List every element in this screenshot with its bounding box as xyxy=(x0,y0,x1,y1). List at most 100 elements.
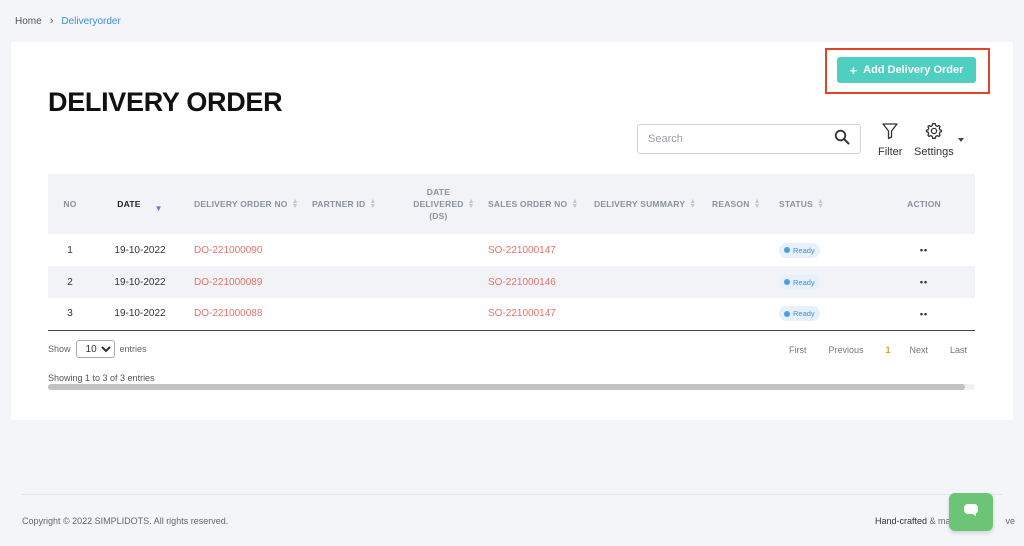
sort-desc-icon: ▼ xyxy=(154,204,163,213)
column-header-partner-id-label: PARTNER ID xyxy=(312,198,366,209)
column-header-delivery-summary-label: DELIVERY SUMMARY xyxy=(594,198,686,209)
status-badge: Ready xyxy=(779,274,820,290)
cell-sales-order-link[interactable]: SO-221000146 xyxy=(482,266,588,298)
breadcrumb-current[interactable]: Deliveryorder xyxy=(61,16,120,27)
cell-date: 19-10-2022 xyxy=(114,276,166,288)
column-header-date[interactable]: DATE ▼ xyxy=(92,174,188,234)
date-delivered-line-3: (DS) xyxy=(429,211,448,221)
chevron-down-icon[interactable] xyxy=(958,138,964,142)
cell-partner-id xyxy=(306,234,406,266)
handcrafted-tail: ve xyxy=(1005,516,1016,526)
pagination-next[interactable]: Next xyxy=(910,345,929,355)
cell-delivery-summary xyxy=(588,234,706,266)
cell-status: Ready xyxy=(773,298,873,330)
cell-delivery-summary xyxy=(588,298,706,330)
table-row[interactable]: 1 19-10-2022 DO-221000090 SO-221000147 R… xyxy=(48,234,975,266)
status-dot-icon xyxy=(784,247,790,253)
cell-delivery-summary xyxy=(588,266,706,298)
action-menu-button[interactable]: •• xyxy=(873,266,975,298)
search-icon[interactable] xyxy=(834,129,850,150)
gear-icon xyxy=(925,122,943,146)
column-header-delivery-order-no[interactable]: DELIVERY ORDER NO ▲ ▼ xyxy=(188,174,306,234)
page-size-control: Show 10 entries xyxy=(48,340,147,358)
column-header-status[interactable]: STATUS ▲ ▼ xyxy=(773,174,873,234)
cell-delivery-order-link[interactable]: DO-221000089 xyxy=(188,266,306,298)
add-delivery-order-button[interactable]: + Add Delivery Order xyxy=(837,57,976,83)
status-badge-label: Ready xyxy=(793,277,815,287)
main-card: + Add Delivery Order DELIVERY ORDER Filt… xyxy=(11,42,1013,420)
filter-button[interactable]: Filter xyxy=(878,122,902,158)
status-badge: Ready xyxy=(779,242,820,258)
status-badge-label: Ready xyxy=(793,309,815,319)
column-header-date-delivered[interactable]: DATE DELIVERED (DS) ▲ ▼ xyxy=(406,174,482,234)
cell-status: Ready xyxy=(773,234,873,266)
cell-delivery-order-link[interactable]: DO-221000090 xyxy=(188,234,306,266)
cell-reason xyxy=(706,298,773,330)
column-header-no[interactable]: NO xyxy=(48,174,92,234)
entries-label: entries xyxy=(119,344,147,354)
column-header-status-label: STATUS xyxy=(779,198,813,209)
copyright-text: Copyright © 2022 SIMPLIDOTS. All rights … xyxy=(22,516,229,526)
cell-date-delivered xyxy=(406,266,482,298)
cell-no: 3 xyxy=(67,308,73,320)
table-header-row: NO DATE ▼ DELIVERY ORDER NO ▲ ▼ PARTNER ID ▲… xyxy=(48,174,975,234)
cell-date-delivered xyxy=(406,234,482,266)
status-dot-icon xyxy=(784,279,790,285)
add-delivery-order-label: Add Delivery Order xyxy=(863,64,964,76)
column-header-partner-id[interactable]: PARTNER ID ▲ ▼ xyxy=(306,174,406,234)
column-header-sales-order-no[interactable]: SALES ORDER NO ▲ ▼ xyxy=(482,174,588,234)
column-header-action: ACTION xyxy=(907,199,941,209)
table-row[interactable]: 2 19-10-2022 DO-221000089 SO-221000146 R… xyxy=(48,266,975,298)
action-menu-button[interactable]: •• xyxy=(873,234,975,266)
cell-sales-order-link[interactable]: SO-221000147 xyxy=(482,298,588,330)
cell-no: 1 xyxy=(67,244,73,256)
pagination-first[interactable]: First xyxy=(789,345,807,355)
pagination: First Previous 1 Next Last xyxy=(789,345,967,355)
sort-icon: ▲ ▼ xyxy=(816,198,825,211)
chat-widget-button[interactable] xyxy=(949,493,993,531)
footer-divider xyxy=(22,494,1002,495)
column-header-date-label: DATE xyxy=(117,199,141,209)
cell-sales-order-link[interactable]: SO-221000147 xyxy=(482,234,588,266)
cell-delivery-order-link[interactable]: DO-221000088 xyxy=(188,298,306,330)
status-dot-icon xyxy=(784,310,790,317)
cell-no: 2 xyxy=(67,276,73,288)
action-menu-button[interactable]: •• xyxy=(873,298,975,330)
date-delivered-line-1: DATE xyxy=(426,187,451,197)
delivery-order-table: NO DATE ▼ DELIVERY ORDER NO ▲ ▼ PARTNER ID ▲… xyxy=(48,174,975,331)
cell-partner-id xyxy=(306,298,406,330)
pagination-current-page[interactable]: 1 xyxy=(886,345,891,355)
search-input[interactable] xyxy=(648,133,834,145)
page-size-select[interactable]: 10 xyxy=(75,340,115,358)
pagination-last[interactable]: Last xyxy=(950,345,967,355)
date-delivered-line-2: DELIVERED xyxy=(413,199,464,209)
chevron-right-icon: › xyxy=(49,15,54,27)
column-header-delivery-summary[interactable]: DELIVERY SUMMARY ▲ ▼ xyxy=(588,174,706,234)
cell-date: 19-10-2022 xyxy=(114,244,166,256)
sort-icon: ▲ ▼ xyxy=(291,198,299,211)
handcrafted-text: Hand-crafted & ma ve xyxy=(875,516,1015,526)
pagination-previous[interactable]: Previous xyxy=(829,345,864,355)
breadcrumb: Home › Deliveryorder xyxy=(15,15,121,27)
sort-icon: ▲ ▼ xyxy=(689,198,697,211)
handcrafted-bold: Hand-crafted xyxy=(875,516,928,526)
breadcrumb-home[interactable]: Home xyxy=(15,16,42,27)
page-title: DELIVERY ORDER xyxy=(48,87,283,117)
cell-reason xyxy=(706,234,773,266)
cell-status: Ready xyxy=(773,266,873,298)
column-header-delivery-order-no-label: DELIVERY ORDER NO xyxy=(194,198,288,209)
table-row[interactable]: 3 19-10-2022 DO-221000088 SO-221000147 R… xyxy=(48,298,975,330)
cell-reason xyxy=(706,266,773,298)
scrollbar-thumb[interactable] xyxy=(48,384,965,390)
cell-date-delivered xyxy=(406,298,482,330)
status-badge-label: Ready xyxy=(793,245,815,255)
search-box[interactable] xyxy=(637,124,861,154)
settings-button[interactable]: Settings xyxy=(914,122,954,158)
cell-date: 19-10-2022 xyxy=(114,308,166,320)
column-header-reason[interactable]: REASON ▲ ▼ xyxy=(706,174,773,234)
horizontal-scrollbar[interactable] xyxy=(48,384,975,390)
column-header-reason-label: REASON xyxy=(712,198,750,209)
plus-icon: + xyxy=(849,62,858,78)
entries-info: Showing 1 to 3 of 3 entries xyxy=(48,373,155,383)
filter-label: Filter xyxy=(878,146,903,158)
